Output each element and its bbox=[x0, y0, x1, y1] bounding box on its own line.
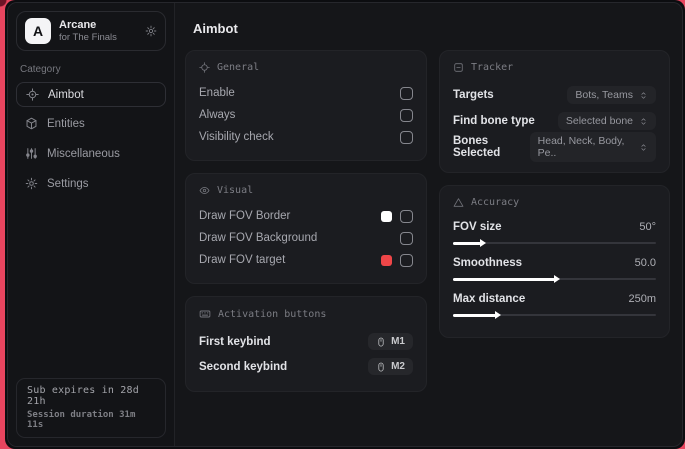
slider-thumb[interactable] bbox=[453, 311, 501, 319]
brand-subtitle: for The Finals bbox=[59, 32, 117, 43]
gear-icon bbox=[25, 177, 38, 190]
draw-fov-border-checkbox[interactable] bbox=[400, 209, 413, 223]
page-title: Aimbot bbox=[193, 21, 238, 36]
second-keybind-button[interactable]: M2 bbox=[368, 358, 413, 375]
accuracy-card: Accuracy FOV size 50° Smoothness 50.0 Ma… bbox=[439, 185, 670, 338]
chevrons-up-down-icon bbox=[639, 143, 648, 152]
slider-thumb[interactable] bbox=[453, 275, 559, 283]
setting-row-first-keybind: First keybind M1 bbox=[199, 329, 413, 354]
general-card: General Enable Always Visibility check bbox=[185, 50, 427, 161]
mouse-icon bbox=[376, 337, 386, 347]
brand-logo: A bbox=[25, 18, 51, 44]
setting-row-bones-selected: Bones Selected Head, Neck, Body, Pe.. bbox=[453, 132, 656, 162]
targets-dropdown[interactable]: Bots, Teams bbox=[567, 86, 656, 104]
sliders-icon bbox=[25, 147, 38, 160]
app-shell: A Arcane for The Finals Category Aimbot … bbox=[5, 0, 685, 449]
eye-icon bbox=[199, 185, 210, 196]
visual-card: Visual Draw FOV Border Draw FOV Backgrou… bbox=[185, 173, 427, 284]
card-title: Accuracy bbox=[471, 197, 520, 208]
setting-row-smoothness: Smoothness 50.0 bbox=[453, 253, 656, 285]
setting-row-draw-fov-background: Draw FOV Background bbox=[199, 227, 413, 249]
sidebar-item-label: Miscellaneous bbox=[47, 147, 120, 160]
sidebar-item-entities[interactable]: Entities bbox=[16, 112, 166, 135]
draw-fov-target-checkbox[interactable] bbox=[400, 253, 413, 267]
sidebar-item-label: Aimbot bbox=[48, 88, 84, 101]
setting-row-second-keybind: Second keybind M2 bbox=[199, 354, 413, 379]
tracker-card: Tracker Targets Bots, Teams Find bone ty… bbox=[439, 50, 670, 173]
setting-row-fov-size: FOV size 50° bbox=[453, 217, 656, 249]
card-title: Tracker bbox=[471, 62, 514, 73]
fov-size-slider[interactable] bbox=[453, 237, 656, 249]
always-checkbox[interactable] bbox=[400, 108, 413, 122]
subscription-expiry: Sub expires in 28d 21h bbox=[27, 385, 139, 407]
draw-fov-background-checkbox[interactable] bbox=[400, 231, 413, 245]
first-keybind-button[interactable]: M1 bbox=[368, 333, 413, 350]
card-title: General bbox=[217, 62, 260, 73]
setting-row-max-distance: Max distance 250m bbox=[453, 289, 656, 321]
enable-checkbox[interactable] bbox=[400, 86, 413, 100]
session-duration: Session duration 31m 11s bbox=[27, 410, 136, 430]
card-title: Activation buttons bbox=[218, 308, 327, 320]
color-swatch[interactable] bbox=[381, 210, 392, 222]
max-distance-slider[interactable] bbox=[453, 309, 656, 321]
slider-thumb[interactable] bbox=[453, 239, 487, 247]
setting-row-targets: Targets Bots, Teams bbox=[453, 82, 656, 108]
visibility-check-checkbox[interactable] bbox=[400, 130, 413, 144]
smoothness-value: 50.0 bbox=[634, 257, 656, 269]
brand-card: A Arcane for The Finals bbox=[16, 11, 166, 51]
smoothness-slider[interactable] bbox=[453, 273, 656, 285]
find-bone-type-dropdown[interactable]: Selected bone bbox=[557, 112, 656, 130]
setting-row-draw-fov-border: Draw FOV Border bbox=[199, 205, 413, 227]
chevrons-up-down-icon bbox=[639, 117, 648, 126]
triangle-icon bbox=[453, 197, 464, 208]
chevrons-up-down-icon bbox=[639, 91, 648, 100]
category-label: Category bbox=[20, 64, 61, 75]
sidebar-item-aimbot[interactable]: Aimbot bbox=[16, 82, 166, 107]
setting-row-find-bone-type: Find bone type Selected bone bbox=[453, 108, 656, 134]
crosshair-icon bbox=[199, 62, 210, 73]
cube-icon bbox=[25, 117, 38, 130]
sidebar-item-label: Settings bbox=[47, 177, 89, 190]
max-distance-value: 250m bbox=[628, 293, 656, 305]
box-minus-icon bbox=[453, 62, 464, 73]
keyboard-icon bbox=[199, 308, 211, 320]
fov-size-value: 50° bbox=[639, 221, 656, 233]
setting-row-enable: Enable bbox=[199, 82, 413, 104]
setting-row-draw-fov-target: Draw FOV target bbox=[199, 249, 413, 271]
sidebar: A Arcane for The Finals Category Aimbot … bbox=[8, 3, 175, 446]
bones-selected-dropdown[interactable]: Head, Neck, Body, Pe.. bbox=[529, 132, 656, 162]
brand-name: Arcane bbox=[59, 19, 97, 31]
crosshair-icon bbox=[26, 88, 39, 101]
activation-buttons-card: Activation buttons First keybind M1 Seco… bbox=[185, 296, 427, 392]
subscription-status-card: Sub expires in 28d 21h Session duration … bbox=[16, 378, 166, 438]
mouse-icon bbox=[376, 362, 386, 372]
color-swatch[interactable] bbox=[381, 254, 392, 266]
main-panel: Aimbot General Enable Always Visibility … bbox=[175, 3, 682, 446]
app-window: A Arcane for The Finals Category Aimbot … bbox=[7, 2, 683, 447]
card-title: Visual bbox=[217, 185, 254, 196]
sidebar-item-settings[interactable]: Settings bbox=[16, 172, 166, 195]
sidebar-item-miscellaneous[interactable]: Miscellaneous bbox=[16, 142, 166, 165]
setting-row-always: Always bbox=[199, 104, 413, 126]
sidebar-item-label: Entities bbox=[47, 117, 85, 130]
setting-row-visibility-check: Visibility check bbox=[199, 126, 413, 148]
gear-icon[interactable] bbox=[145, 25, 157, 37]
